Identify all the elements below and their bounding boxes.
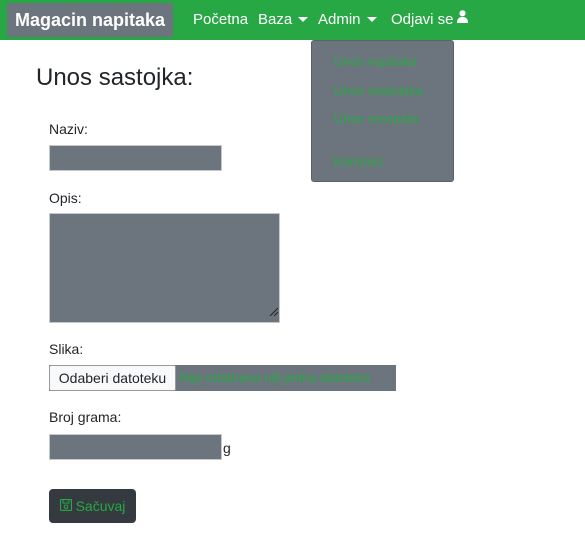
nav-item-label: Baza — [258, 11, 293, 28]
resize-grip-icon[interactable] — [269, 303, 279, 321]
naziv-label: Naziv: — [49, 121, 88, 137]
opis-label: Opis: — [49, 190, 82, 206]
naziv-input[interactable] — [49, 145, 222, 171]
broj-grama-label: Broj grama: — [49, 409, 122, 425]
file-status-text: Nije odabrana niti jedna datoteka — [180, 370, 371, 385]
navbar: Magacin napitaka Početna Baza Admin Odja… — [0, 0, 585, 40]
nav-item-label: Admin — [318, 11, 361, 28]
dropdown-item-unos-napitaka[interactable]: Unos napitaka — [334, 54, 417, 69]
admin-dropdown-menu: Unos napitaka Unos sastojaka Unos recepa… — [311, 40, 454, 182]
unit-label: g — [223, 440, 231, 456]
caret-down-icon — [366, 16, 377, 22]
nav-item-admin[interactable]: Admin — [318, 0, 377, 40]
user-icon — [456, 0, 468, 39]
brand-logo[interactable]: Magacin napitaka — [7, 3, 173, 37]
slika-file-input[interactable]: Odaberi datoteku Nije odabrana niti jedn… — [49, 365, 396, 391]
nav-item-baza[interactable]: Baza — [258, 0, 309, 40]
opis-textarea[interactable] — [49, 213, 280, 323]
dropdown-item-unos-sastojaka[interactable]: Unos sastojaka — [334, 83, 423, 98]
slika-label: Slika: — [49, 341, 84, 357]
nav-item-pocetna[interactable]: Početna — [193, 0, 248, 40]
nav-item-odjavi-se[interactable]: Odjavi se — [391, 0, 468, 40]
save-button[interactable]: Sačuvaj — [49, 489, 136, 523]
caret-down-icon — [298, 16, 309, 22]
choose-file-button[interactable]: Odaberi datoteku — [49, 365, 176, 391]
save-button-label: Sačuvaj — [75, 498, 126, 514]
nav-item-label: Početna — [193, 11, 249, 28]
dropdown-item-unos-recepata[interactable]: Unos recepata — [334, 111, 419, 126]
dropdown-item-korisnici[interactable]: Korisnici — [334, 154, 383, 169]
nav-item-label: Odjavi se — [391, 11, 454, 28]
broj-grama-input[interactable] — [49, 434, 222, 460]
floppy-disk-icon — [59, 489, 72, 523]
page-title: Unos sastojka: — [36, 64, 194, 91]
